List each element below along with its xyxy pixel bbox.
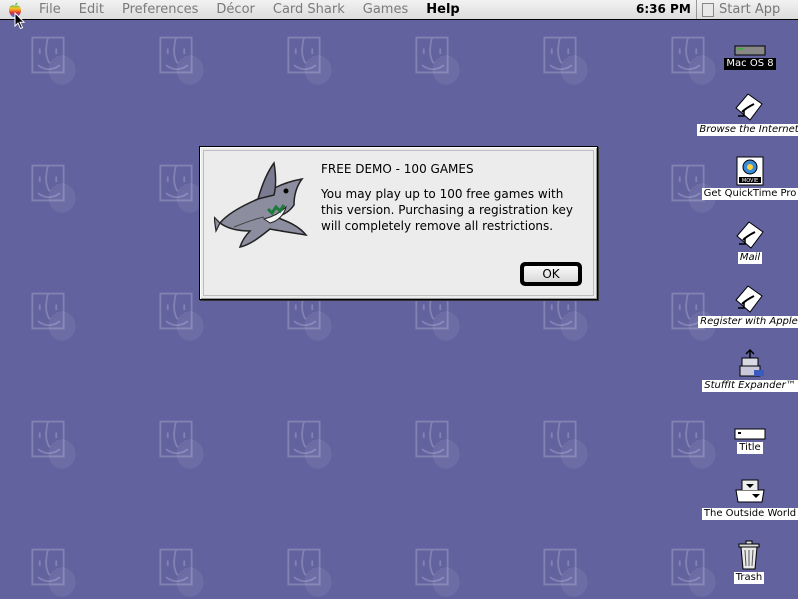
menubar-clock[interactable]: 6:36 PM	[636, 0, 691, 19]
desktop-icon-title[interactable]: Title	[730, 428, 770, 454]
alias-document-icon	[735, 285, 763, 313]
menu-decor[interactable]: Décor	[207, 0, 263, 19]
finder-face-watermark-icon	[671, 420, 705, 458]
app-switcher-icon	[702, 2, 714, 17]
desktop-icon-label: Register with Apple	[698, 316, 798, 328]
quicktime-movie-icon: MOVIE	[736, 156, 764, 186]
desktop-icon-get-quicktime-pro[interactable]: MOVIE Get QuickTime Pro	[701, 156, 798, 200]
finder-face-watermark-icon	[415, 420, 449, 458]
menu-edit[interactable]: Edit	[70, 0, 113, 19]
finder-face-watermark-icon	[159, 548, 193, 586]
finder-face-watermark-icon	[415, 36, 449, 74]
finder-face-watermark-icon	[31, 420, 65, 458]
finder-face-watermark-icon	[31, 292, 65, 330]
demo-alert-dialog: FREE DEMO - 100 GAMES You may play up to…	[199, 146, 598, 300]
desktop-icon-label: Trash	[733, 572, 765, 584]
finder-face-watermark-icon	[543, 548, 577, 586]
finder-face-watermark-icon	[31, 164, 65, 202]
desktop-icon-label: Get QuickTime Pro	[701, 188, 798, 200]
stuffit-expander-icon	[739, 348, 764, 377]
blank-document-icon	[734, 428, 766, 440]
finder-face-watermark-icon	[543, 420, 577, 458]
app-switcher-label: Start App	[719, 2, 781, 17]
alias-document-icon	[736, 221, 764, 249]
finder-face-watermark-icon	[543, 36, 577, 74]
dialog-title: FREE DEMO - 100 GAMES	[321, 162, 474, 176]
ok-button-label: OK	[523, 265, 579, 283]
desktop-icon-the-outside-world[interactable]: The Outside World	[701, 476, 798, 520]
finder-face-watermark-icon	[159, 420, 193, 458]
finder-face-watermark-icon	[671, 36, 705, 74]
desktop-icon-label: Mail	[737, 252, 763, 264]
desktop-icon-stuffit-expander[interactable]: StuffIt Expander™	[702, 348, 798, 392]
desktop-icon-register-with-apple[interactable]: Register with Apple	[698, 284, 798, 328]
menu-card-shark[interactable]: Card Shark	[264, 0, 354, 19]
desktop-icon-trash[interactable]: Trash	[728, 540, 770, 584]
desktop-icon-browse-the-internet[interactable]: Browse the Internet	[697, 92, 798, 136]
ok-button[interactable]: OK	[520, 262, 582, 286]
menu-file[interactable]: File	[30, 0, 70, 19]
finder-face-watermark-icon	[159, 292, 193, 330]
desktop-icon-mac-os-8[interactable]: Mac OS 8	[722, 44, 778, 70]
desktop-icon-label: The Outside World	[701, 508, 798, 520]
menu-preferences[interactable]: Preferences	[113, 0, 207, 19]
finder-face-watermark-icon	[159, 36, 193, 74]
finder-face-watermark-icon	[287, 420, 321, 458]
network-icon	[735, 479, 765, 503]
mouse-pointer-icon	[14, 12, 26, 30]
menu-games[interactable]: Games	[354, 0, 417, 19]
dialog-message: You may play up to 100 free games with t…	[321, 187, 573, 233]
menu-help[interactable]: Help	[417, 0, 468, 19]
menu-bar: File Edit Preferences Décor Card Shark G…	[0, 0, 798, 20]
hard-disk-icon	[734, 45, 766, 56]
desktop-icon-mail[interactable]: Mail	[728, 220, 772, 264]
card-shark-logo-icon	[214, 161, 308, 248]
application-switcher[interactable]: Start App	[696, 0, 798, 19]
finder-face-watermark-icon	[287, 548, 321, 586]
finder-face-watermark-icon	[671, 548, 705, 586]
trash-icon	[738, 540, 760, 570]
finder-face-watermark-icon	[159, 164, 193, 202]
desktop-icon-label: Mac OS 8	[724, 58, 776, 70]
alias-document-icon	[735, 93, 763, 121]
desktop-icon-label: StuffIt Expander™	[702, 380, 798, 392]
finder-face-watermark-icon	[415, 548, 449, 586]
desktop-icon-label: Browse the Internet	[697, 124, 798, 136]
finder-face-watermark-icon	[31, 36, 65, 74]
finder-face-watermark-icon	[31, 548, 65, 586]
finder-face-watermark-icon	[287, 36, 321, 74]
desktop-icon-label: Title	[737, 442, 763, 454]
svg-text:MOVIE: MOVIE	[742, 178, 758, 184]
